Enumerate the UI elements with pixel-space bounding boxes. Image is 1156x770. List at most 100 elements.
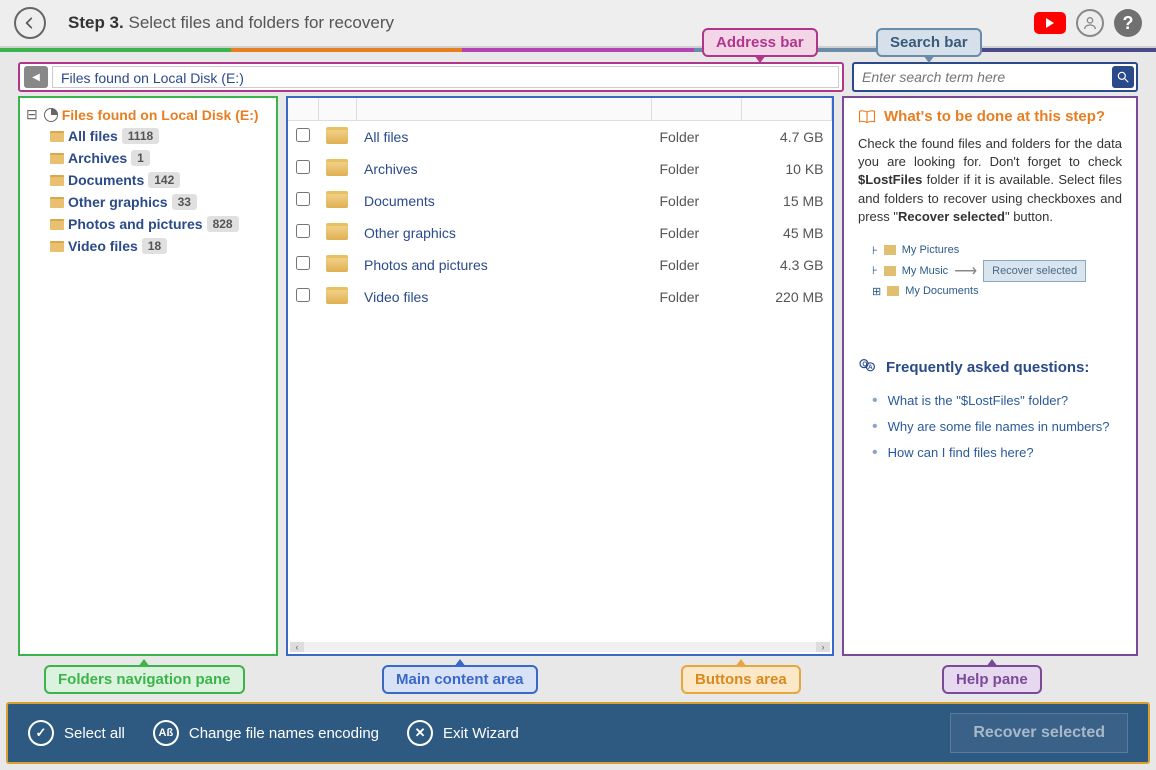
faq-item[interactable]: How can I find files here?	[872, 440, 1122, 466]
tree-item[interactable]: Photos and pictures 828	[24, 213, 272, 235]
search-input[interactable]	[856, 69, 1112, 85]
tree-item[interactable]: Documents 142	[24, 169, 272, 191]
address-path[interactable]: Files found on Local Disk (E:)	[52, 66, 839, 88]
step-number: Step 3.	[68, 13, 124, 32]
folder-icon	[50, 241, 64, 252]
help-pane: What's to be done at this step? Check th…	[842, 96, 1138, 656]
file-table: All filesFolder4.7 GBArchivesFolder10 KB…	[288, 98, 832, 313]
folder-icon	[50, 153, 64, 164]
table-row[interactable]: All filesFolder4.7 GB	[288, 120, 832, 153]
table-row[interactable]: Photos and picturesFolder4.3 GB	[288, 249, 832, 281]
tree-root[interactable]: Files found on Local Disk (E:)	[24, 104, 272, 125]
address-back-button[interactable]: ◀	[24, 66, 48, 88]
annotation-search-bar: Search bar	[876, 28, 982, 57]
annotation-folders-pane: Folders navigation pane	[44, 665, 245, 694]
folder-icon	[326, 191, 348, 208]
folder-icon	[326, 159, 348, 176]
faq-title: QA Frequently asked questions:	[858, 358, 1122, 378]
arrow-left-icon	[22, 15, 38, 31]
folder-icon	[50, 131, 64, 142]
folder-icon	[50, 219, 64, 230]
count-badge: 142	[148, 172, 180, 188]
annotation-main-area: Main content area	[382, 665, 538, 694]
help-illustration: ⊦My Pictures ⊦My Music⟶Recover selected …	[872, 244, 1122, 298]
row-checkbox[interactable]	[296, 160, 310, 174]
tree-item[interactable]: All files 1118	[24, 125, 272, 147]
header: Step 3. Select files and folders for rec…	[0, 0, 1156, 48]
svg-text:Q: Q	[862, 361, 867, 368]
main-content-area: All filesFolder4.7 GBArchivesFolder10 KB…	[286, 96, 834, 656]
tree-item-label: Archives	[68, 150, 127, 166]
table-row[interactable]: ArchivesFolder10 KB	[288, 153, 832, 185]
faq-item[interactable]: What is the "$LostFiles" folder?	[872, 388, 1122, 414]
address-bar: ◀ Files found on Local Disk (E:)	[18, 62, 844, 92]
back-button[interactable]	[14, 7, 46, 39]
annotation-help-pane: Help pane	[942, 665, 1042, 694]
table-row[interactable]: Video filesFolder220 MB	[288, 281, 832, 313]
help-icon[interactable]: ?	[1114, 9, 1142, 37]
tree-item-label: Video files	[68, 238, 138, 254]
file-name: Documents	[356, 185, 652, 217]
step-title: Step 3. Select files and folders for rec…	[68, 13, 394, 33]
user-icon[interactable]	[1076, 9, 1104, 37]
progress-strip	[0, 48, 1156, 52]
exit-wizard-button[interactable]: ✕ Exit Wizard	[407, 720, 519, 746]
faq-list: What is the "$LostFiles" folder?Why are …	[858, 388, 1122, 466]
search-button[interactable]	[1112, 66, 1134, 88]
step-description: Select files and folders for recovery	[128, 13, 394, 32]
tree-item-label: All files	[68, 128, 118, 144]
file-name: Video files	[356, 281, 652, 313]
row-checkbox[interactable]	[296, 256, 310, 270]
faq-item[interactable]: Why are some file names in numbers?	[872, 414, 1122, 440]
file-type: Folder	[652, 217, 742, 249]
bottom-buttons-bar: ✓ Select all Aß Change file names encodi…	[6, 702, 1150, 764]
encoding-icon: Aß	[153, 720, 179, 746]
folder-icon	[326, 287, 348, 304]
count-badge: 18	[142, 238, 167, 254]
tree-root-label: Files found on Local Disk (E:)	[62, 107, 259, 123]
row-checkbox[interactable]	[296, 224, 310, 238]
row-checkbox[interactable]	[296, 128, 310, 142]
help-title: What's to be done at this step?	[858, 108, 1122, 125]
tree-item-label: Documents	[68, 172, 144, 188]
tree-item[interactable]: Archives 1	[24, 147, 272, 169]
change-encoding-button[interactable]: Aß Change file names encoding	[153, 720, 379, 746]
row-checkbox[interactable]	[296, 288, 310, 302]
horizontal-scrollbar[interactable]: ‹›	[290, 642, 830, 652]
folders-navigation-pane: Files found on Local Disk (E:) All files…	[18, 96, 278, 656]
file-size: 10 KB	[742, 153, 832, 185]
file-size: 4.3 GB	[742, 249, 832, 281]
select-all-button[interactable]: ✓ Select all	[28, 720, 125, 746]
file-size: 220 MB	[742, 281, 832, 313]
disk-icon	[44, 108, 58, 122]
tree-item-label: Photos and pictures	[68, 216, 203, 232]
table-row[interactable]: Other graphicsFolder45 MB	[288, 217, 832, 249]
book-icon	[858, 109, 876, 125]
file-name: Photos and pictures	[356, 249, 652, 281]
file-name: Archives	[356, 153, 652, 185]
file-size: 45 MB	[742, 217, 832, 249]
row-checkbox[interactable]	[296, 192, 310, 206]
file-type: Folder	[652, 249, 742, 281]
table-row[interactable]: DocumentsFolder15 MB	[288, 185, 832, 217]
svg-text:A: A	[868, 364, 873, 371]
file-name: Other graphics	[356, 217, 652, 249]
annotation-buttons-area: Buttons area	[681, 665, 801, 694]
folder-icon	[50, 175, 64, 186]
count-badge: 1118	[122, 128, 159, 144]
recover-selected-button[interactable]: Recover selected	[950, 713, 1128, 753]
tree-item[interactable]: Video files 18	[24, 235, 272, 257]
file-type: Folder	[652, 185, 742, 217]
file-name: All files	[356, 120, 652, 153]
select-all-icon: ✓	[28, 720, 54, 746]
file-type: Folder	[652, 120, 742, 153]
magnifier-icon	[1116, 70, 1130, 84]
help-body: Check the found files and folders for th…	[858, 135, 1122, 226]
file-type: Folder	[652, 153, 742, 185]
folder-icon	[326, 127, 348, 144]
close-icon: ✕	[407, 720, 433, 746]
tree-item[interactable]: Other graphics 33	[24, 191, 272, 213]
youtube-icon[interactable]	[1034, 12, 1066, 34]
tree-item-label: Other graphics	[68, 194, 168, 210]
faq-icon: QA	[858, 358, 878, 378]
